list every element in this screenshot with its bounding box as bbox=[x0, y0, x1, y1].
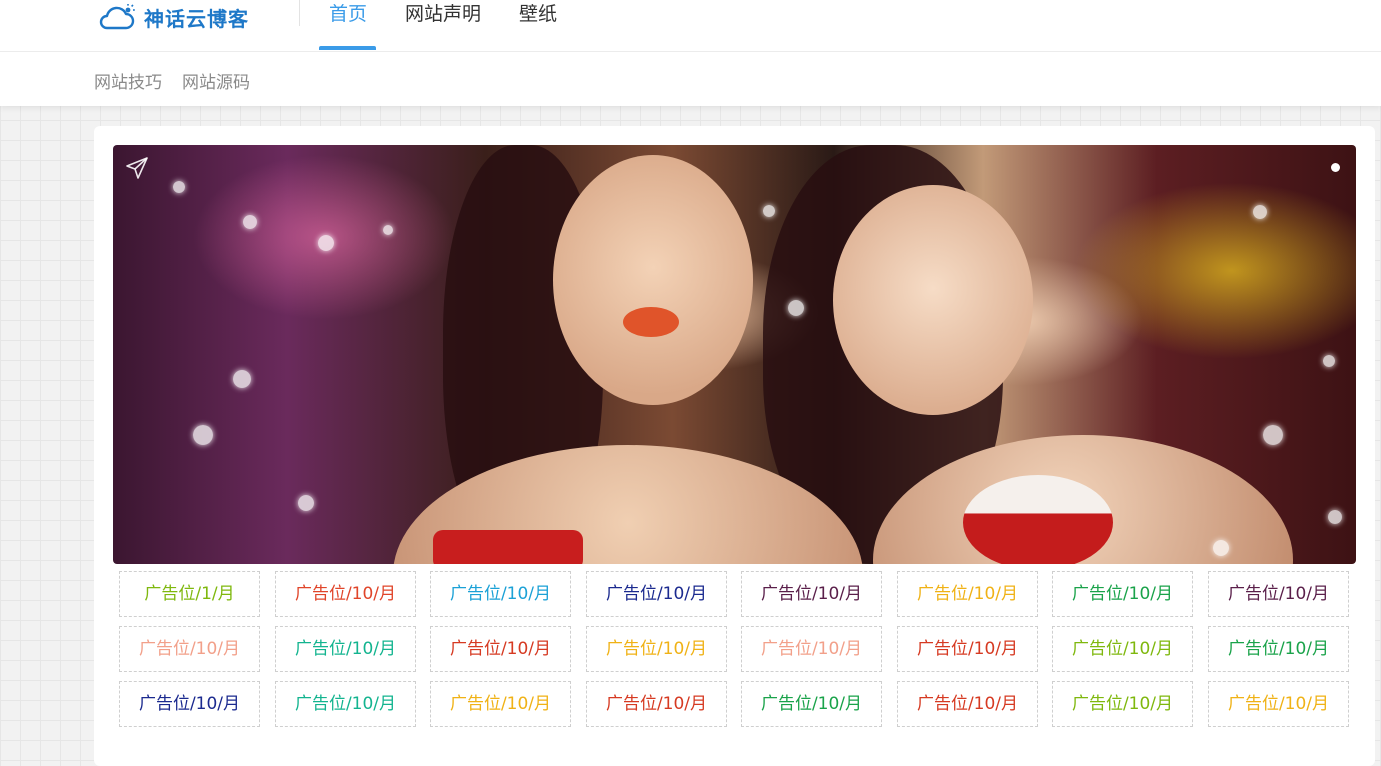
snowflake bbox=[318, 235, 334, 251]
snowflake bbox=[763, 205, 775, 217]
ad-slot[interactable]: 广告位/10/月 bbox=[430, 571, 571, 617]
ad-slot[interactable]: 广告位/10/月 bbox=[897, 626, 1038, 672]
snowflake bbox=[193, 425, 213, 445]
ad-slot[interactable]: 广告位/10/月 bbox=[119, 626, 260, 672]
banner-figure-shape bbox=[433, 530, 583, 564]
ad-slot[interactable]: 广告位/10/月 bbox=[275, 626, 416, 672]
site-name: 神话云博客 bbox=[144, 6, 249, 31]
snowflake bbox=[1263, 425, 1283, 445]
paper-plane-icon[interactable] bbox=[125, 156, 149, 180]
content-card: 广告位/1/月 广告位/10/月 广告位/10/月 广告位/10/月 广告位/10/月广… bbox=[94, 126, 1375, 766]
snowflake bbox=[1213, 540, 1229, 556]
banner-figure-shape bbox=[623, 307, 679, 337]
ad-slot[interactable]: 广告位/10/月 bbox=[586, 571, 727, 617]
ad-slot[interactable]: 广告位/10/月 bbox=[897, 681, 1038, 727]
nav-active-indicator bbox=[319, 46, 376, 50]
banner-slider[interactable] bbox=[113, 145, 1356, 564]
ad-slot[interactable]: 广告位/10/月 bbox=[119, 681, 260, 727]
ad-slot[interactable]: 广告位/10/月 bbox=[586, 681, 727, 727]
snowflake bbox=[298, 495, 314, 511]
snowflake bbox=[243, 215, 257, 229]
ad-slot[interactable]: 广告位/10/月 bbox=[1052, 626, 1193, 672]
snowflake bbox=[383, 225, 393, 235]
subnav-item-source[interactable]: 网站源码 bbox=[182, 68, 250, 93]
ad-slot[interactable]: 广告位/10/月 bbox=[1052, 571, 1193, 617]
snowflake bbox=[233, 370, 251, 388]
ad-slot[interactable]: 广告位/10/月 bbox=[275, 681, 416, 727]
ad-slot[interactable]: 广告位/10/月 bbox=[897, 571, 1038, 617]
logo-divider bbox=[299, 0, 300, 26]
ad-slot[interactable]: 广告位/10/月 bbox=[741, 571, 882, 617]
ad-slot[interactable]: 广告位/10/月 bbox=[430, 681, 571, 727]
ad-slot[interactable]: 广告位/10/月 bbox=[1208, 681, 1349, 727]
ad-slot[interactable]: 广告位/10/月 bbox=[1208, 626, 1349, 672]
snowflake bbox=[173, 181, 185, 193]
slider-dot-active[interactable] bbox=[1331, 163, 1340, 172]
banner-figure-shape bbox=[833, 185, 1033, 415]
snowflake bbox=[1328, 510, 1342, 524]
ad-slot[interactable]: 广告位/10/月 bbox=[1052, 681, 1193, 727]
ad-slot[interactable]: 广告位/10/月 bbox=[275, 571, 416, 617]
cloud-sun-icon bbox=[99, 4, 135, 30]
banner-figure-shape bbox=[963, 475, 1113, 564]
snowflake bbox=[1323, 355, 1335, 367]
top-header: 神话云博客 首页 网站声明 壁纸 网站技巧 网站源码 bbox=[0, 0, 1381, 106]
subnav-item-tips[interactable]: 网站技巧 bbox=[94, 68, 162, 93]
nav-item-statement[interactable]: 网站声明 bbox=[405, 0, 481, 51]
banner-figure-shape bbox=[553, 155, 753, 405]
ad-slot[interactable]: 广告位/1/月 bbox=[119, 571, 260, 617]
site-logo[interactable]: 神话云博客 bbox=[98, 2, 249, 32]
ad-slot[interactable]: 广告位/10/月 bbox=[741, 626, 882, 672]
main-nav-bar: 神话云博客 首页 网站声明 壁纸 bbox=[0, 0, 1381, 52]
snowflake bbox=[1253, 205, 1267, 219]
ad-slot[interactable]: 广告位/10/月 bbox=[741, 681, 882, 727]
ad-slot[interactable]: 广告位/10/月 bbox=[430, 626, 571, 672]
ad-slot[interactable]: 广告位/10/月 bbox=[586, 626, 727, 672]
snowflake bbox=[788, 300, 804, 316]
nav-item-wallpaper[interactable]: 壁纸 bbox=[519, 0, 557, 51]
ad-slot[interactable]: 广告位/10/月 bbox=[1208, 571, 1349, 617]
nav-item-home[interactable]: 首页 bbox=[329, 0, 367, 51]
